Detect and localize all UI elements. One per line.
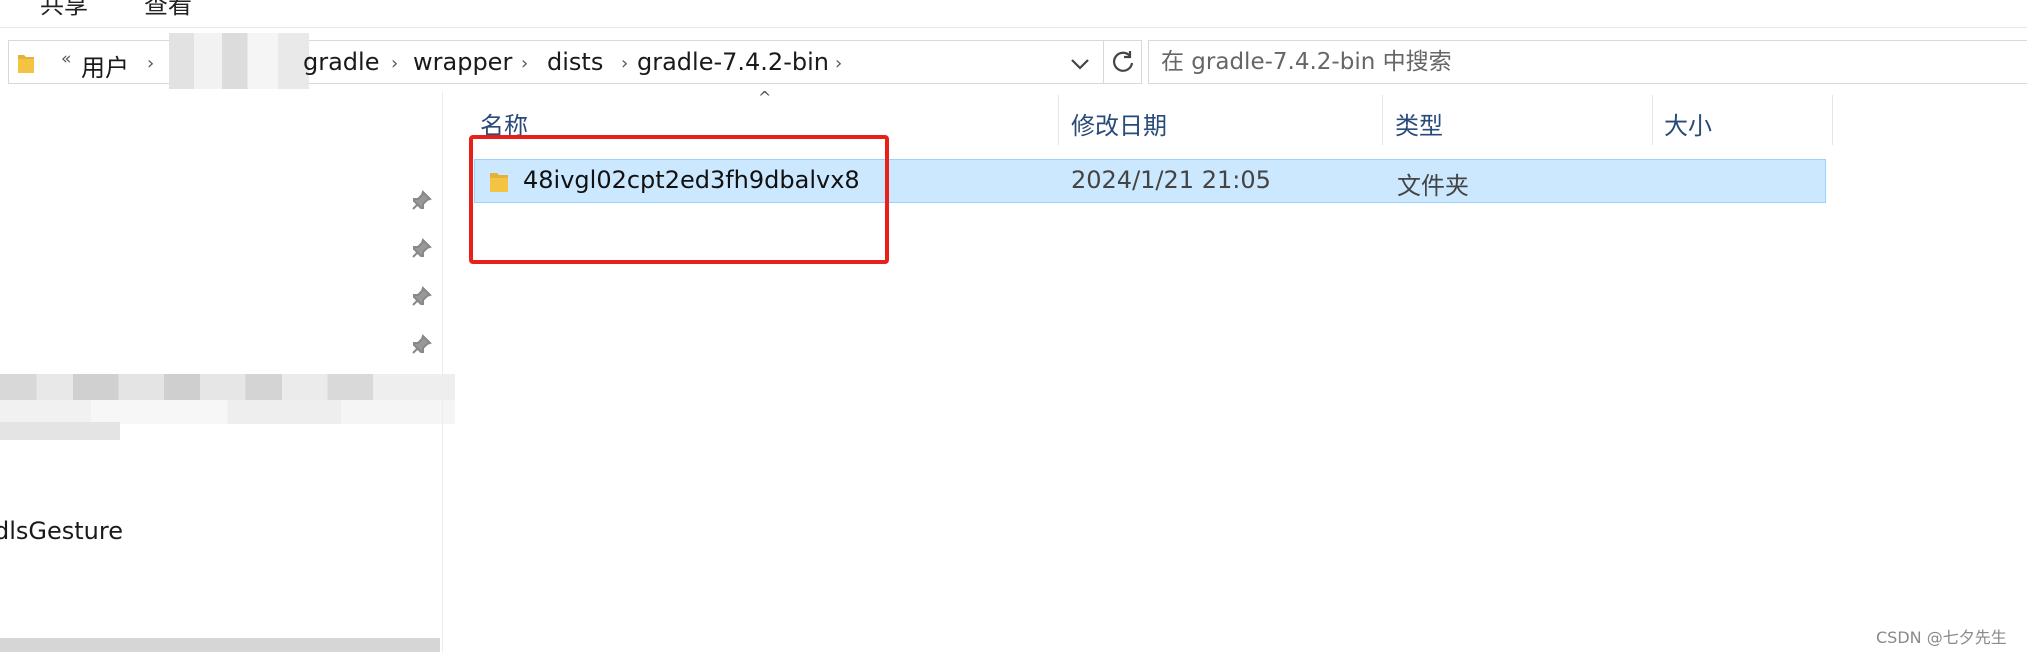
pin-icon[interactable]	[410, 238, 432, 260]
pin-icon[interactable]	[410, 334, 432, 356]
folder-icon	[490, 173, 508, 192]
ribbon-tab-view[interactable]: 查看	[144, 0, 192, 20]
pane-divider[interactable]	[442, 92, 443, 652]
table-row[interactable]: 48ivgl02cpt2ed3fh9dbalvx8 2024/1/21 21:0…	[474, 159, 1826, 203]
navigation-pane: dlsGesture	[0, 92, 455, 652]
redacted-nav-item	[0, 374, 455, 400]
address-bar[interactable]: « 用户 › gradle › wrapper › dists › gradle…	[8, 33, 1104, 89]
file-modified-date: 2024/1/21 21:05	[1071, 166, 1271, 194]
chevron-right-icon[interactable]: ›	[835, 53, 842, 74]
file-type: 文件夹	[1397, 172, 1469, 200]
breadcrumb-gradle-7-4-2-bin[interactable]: gradle-7.4.2-bin	[637, 48, 829, 76]
ribbon-tab-share[interactable]: 共享	[40, 0, 88, 20]
chevron-right-icon[interactable]: ›	[621, 53, 628, 74]
refresh-button[interactable]	[1104, 40, 1142, 84]
column-header-modified[interactable]: 修改日期	[1071, 106, 1167, 141]
column-header-type[interactable]: 类型	[1395, 106, 1443, 141]
redacted-nav-item	[0, 400, 455, 424]
pin-icon[interactable]	[410, 286, 432, 308]
column-divider[interactable]	[1382, 95, 1383, 145]
breadcrumb-gradle[interactable]: gradle	[303, 48, 379, 76]
column-header-size[interactable]: 大小	[1664, 106, 1712, 141]
file-name[interactable]: 48ivgl02cpt2ed3fh9dbalvx8	[523, 166, 860, 194]
column-header-name[interactable]: 名称	[480, 106, 528, 141]
column-divider[interactable]	[1058, 95, 1059, 145]
horizontal-scrollbar[interactable]	[0, 638, 440, 652]
chevron-right-icon[interactable]: ›	[147, 53, 154, 74]
breadcrumb-overflow-button[interactable]: «	[61, 49, 71, 69]
chevron-down-icon	[1071, 59, 1089, 70]
watermark: CSDN @七夕先生	[1876, 628, 2007, 647]
breadcrumb-users[interactable]: 用户	[81, 48, 129, 83]
breadcrumb-dists[interactable]: dists	[547, 48, 603, 76]
redacted-breadcrumb	[169, 33, 309, 89]
folder-icon	[18, 55, 34, 73]
address-history-dropdown[interactable]	[1070, 52, 1090, 77]
ribbon-divider	[0, 27, 2027, 28]
refresh-icon	[1112, 51, 1133, 72]
sort-ascending-icon: ^	[758, 88, 772, 107]
chevron-right-icon[interactable]: ›	[391, 53, 398, 74]
column-divider[interactable]	[1832, 95, 1833, 145]
pin-icon[interactable]	[410, 190, 432, 212]
chevron-right-icon[interactable]: ›	[521, 53, 528, 74]
nav-item-partial[interactable]: dlsGesture	[0, 517, 123, 545]
search-input[interactable]	[1161, 47, 2021, 77]
column-divider[interactable]	[1652, 95, 1653, 145]
breadcrumb-wrapper[interactable]: wrapper	[413, 48, 512, 76]
redacted-nav-item	[0, 422, 120, 440]
search-box[interactable]	[1148, 40, 2027, 84]
